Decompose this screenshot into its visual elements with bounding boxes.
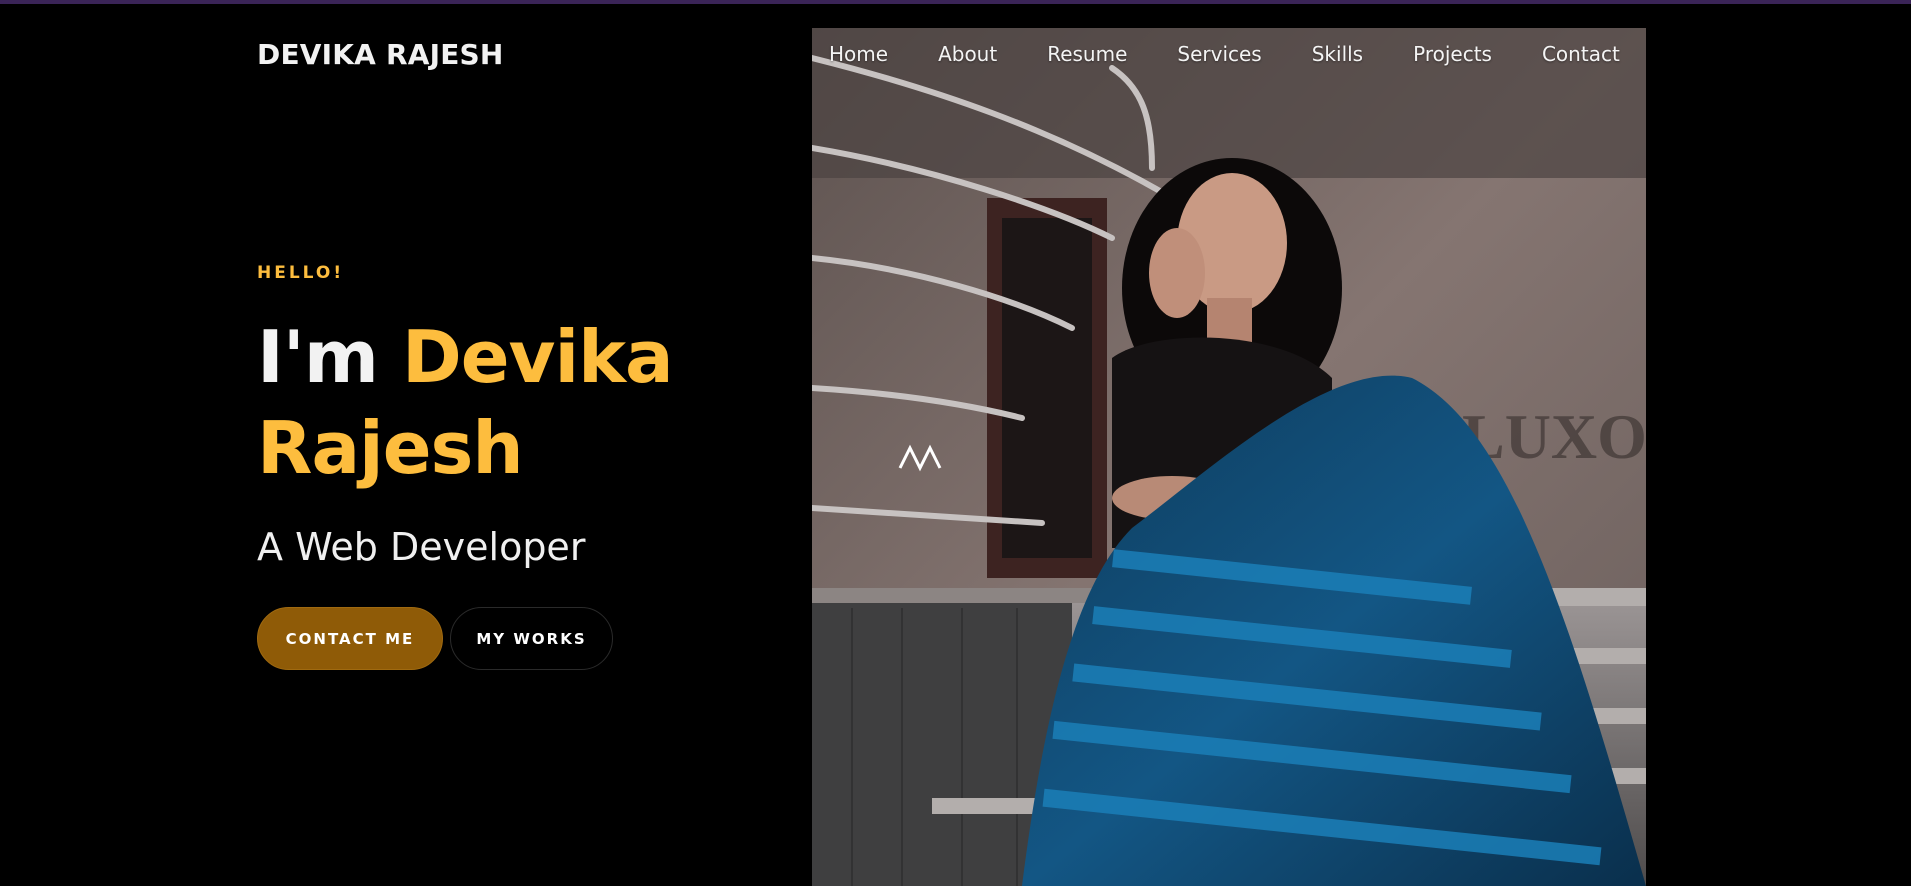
main-nav: Home About Resume Services Skills Projec… (812, 28, 1646, 80)
nav-item-services[interactable]: Services (1177, 42, 1261, 66)
nav-item-resume[interactable]: Resume (1047, 42, 1127, 66)
page: DEVIKA RAJESH HELLO! I'm Devika Rajesh A… (0, 0, 1911, 886)
nav-item-about[interactable]: About (938, 42, 997, 66)
headline-name-last: Rajesh (257, 406, 524, 490)
nav-item-skills[interactable]: Skills (1312, 42, 1363, 66)
site-logo[interactable]: DEVIKA RAJESH (257, 38, 504, 71)
hero-headline: I'm Devika Rajesh (257, 312, 777, 494)
hero-role: A Web Developer (257, 525, 586, 569)
headline-prefix: I'm (257, 315, 379, 399)
hero-photo-illustration: LUXO (812, 28, 1646, 886)
nav-item-projects[interactable]: Projects (1413, 42, 1492, 66)
nav-item-home[interactable]: Home (829, 42, 888, 66)
greeting-text: HELLO! (257, 263, 345, 283)
headline-name-first: Devika (401, 315, 674, 399)
contact-me-button[interactable]: CONTACT ME (257, 607, 443, 670)
hero-photo: LUXO (812, 28, 1646, 886)
nav-item-contact[interactable]: Contact (1542, 42, 1620, 66)
my-works-button[interactable]: MY WORKS (450, 607, 613, 670)
top-accent-bar (0, 0, 1911, 4)
